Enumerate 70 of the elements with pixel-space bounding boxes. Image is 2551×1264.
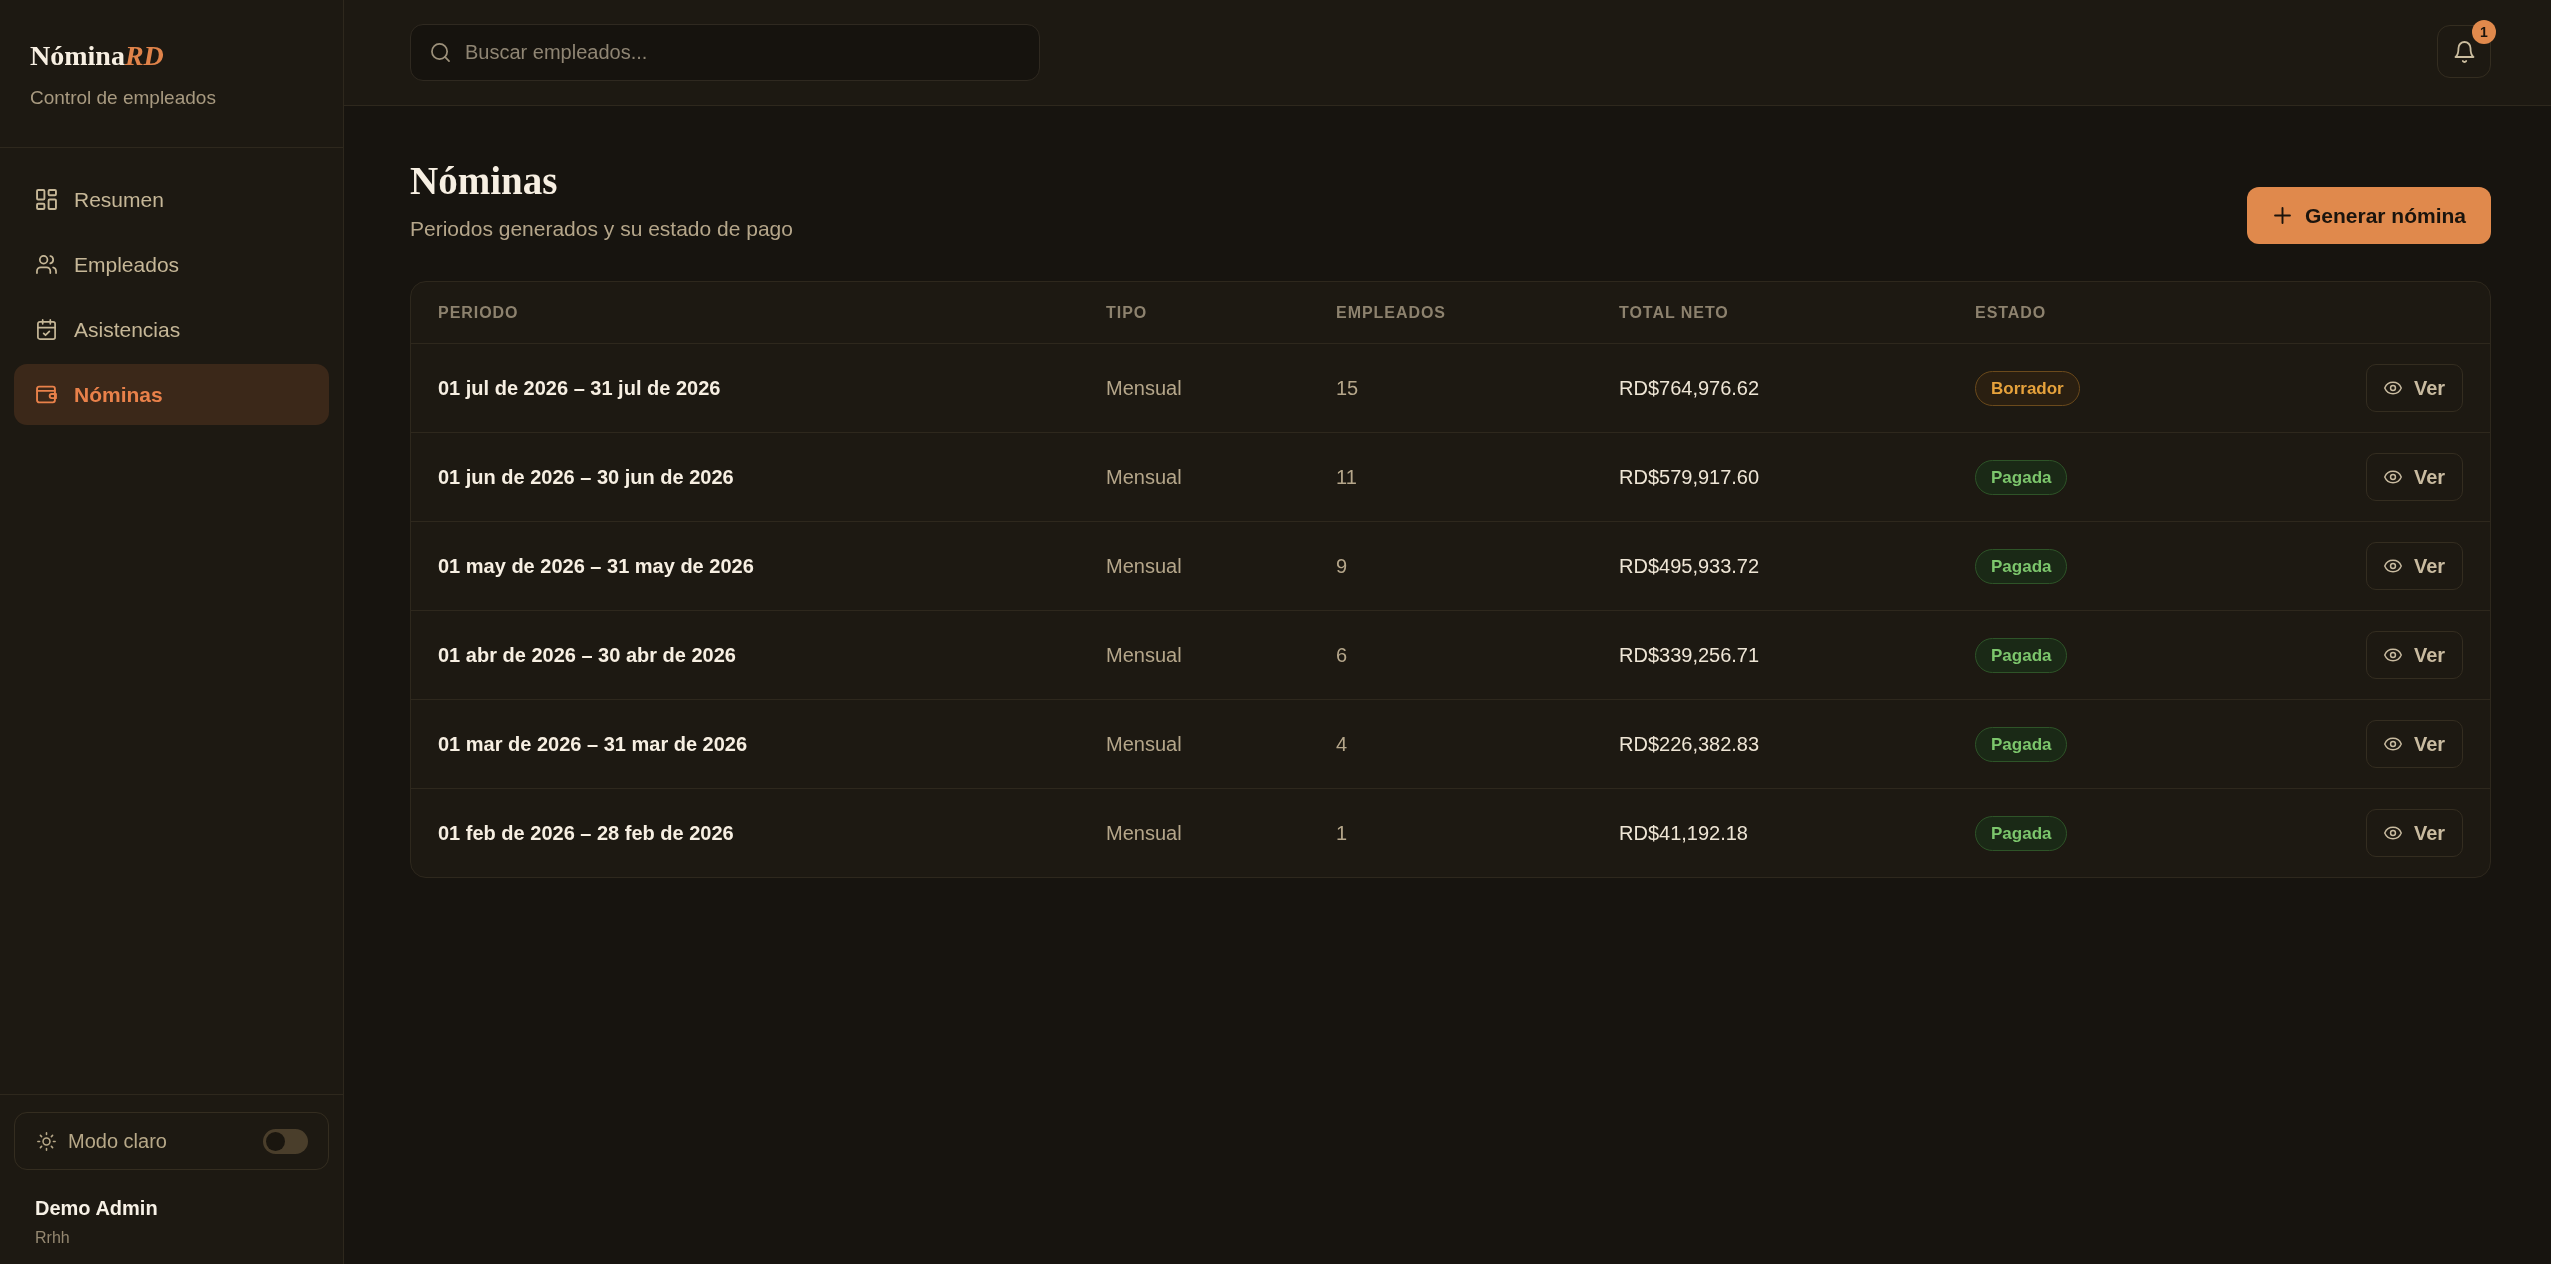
- plus-icon: [2273, 207, 2291, 224]
- eye-icon: [2383, 648, 2402, 662]
- employee-count-cell: 15: [1336, 376, 1359, 400]
- status-badge: Pagada: [1975, 815, 2068, 851]
- theme-label: Modo claro: [68, 1129, 167, 1153]
- column-header: EMPLEADOS: [1336, 303, 1446, 322]
- users-icon: [36, 254, 57, 275]
- view-button[interactable]: Ver: [2366, 720, 2463, 768]
- net-total-cell: RD$495,933.72: [1619, 554, 1760, 578]
- wallet-icon: [36, 384, 57, 405]
- dashboard-icon: [36, 189, 57, 210]
- type-cell: Mensual: [1106, 732, 1182, 756]
- nav-item[interactable]: Resumen: [14, 169, 329, 230]
- page-subtitle: Periodos generados y su estado de pago: [410, 216, 793, 242]
- net-total-cell: RD$579,917.60: [1619, 465, 1760, 489]
- employee-count-cell: 9: [1336, 554, 1348, 578]
- net-total-cell: RD$41,192.18: [1619, 821, 1748, 845]
- employee-count-cell: 11: [1336, 465, 1357, 489]
- page-title: Nóminas: [410, 158, 558, 204]
- period-cell: 01 jun de 2026 – 30 jun de 2026: [438, 465, 734, 489]
- calendar-check-icon: [36, 319, 57, 340]
- net-total-cell: RD$339,256.71: [1619, 643, 1760, 667]
- eye-icon: [2383, 559, 2402, 573]
- view-button[interactable]: Ver: [2366, 453, 2463, 501]
- period-cell: 01 mar de 2026 – 31 mar de 2026: [438, 732, 748, 756]
- notification-badge: 1: [2472, 20, 2496, 44]
- employee-count-cell: 1: [1336, 821, 1348, 845]
- user-role: Rrhh: [35, 1228, 71, 1248]
- employee-count-cell: 4: [1336, 732, 1348, 756]
- nav-item[interactable]: Asistencias: [14, 299, 329, 360]
- eye-icon: [2383, 470, 2402, 484]
- nav-item[interactable]: Empleados: [14, 234, 329, 295]
- view-button[interactable]: Ver: [2366, 631, 2463, 679]
- employee-count-cell: 6: [1336, 643, 1348, 667]
- type-cell: Mensual: [1106, 643, 1182, 667]
- view-button[interactable]: Ver: [2366, 809, 2463, 857]
- period-cell: 01 jul de 2026 – 31 jul de 2026: [438, 376, 721, 400]
- column-header: TIPO: [1106, 303, 1148, 322]
- type-cell: Mensual: [1106, 465, 1182, 489]
- net-total-cell: RD$226,382.83: [1619, 732, 1760, 756]
- nav-item[interactable]: Nóminas: [14, 364, 329, 425]
- status-badge: Borrador: [1975, 370, 2080, 406]
- eye-icon: [2383, 737, 2402, 751]
- sun-icon: [37, 1131, 56, 1151]
- view-button[interactable]: Ver: [2366, 364, 2463, 412]
- status-badge: Pagada: [1975, 459, 2068, 495]
- bell-icon: [2453, 40, 2475, 63]
- view-button[interactable]: Ver: [2366, 542, 2463, 590]
- eye-icon: [2383, 826, 2402, 840]
- column-header: TOTAL NETO: [1619, 303, 1729, 322]
- status-badge: Pagada: [1975, 548, 2068, 584]
- type-cell: Mensual: [1106, 376, 1182, 400]
- net-total-cell: RD$764,976.62: [1619, 376, 1760, 400]
- status-badge: Pagada: [1975, 637, 2068, 673]
- user-name: Demo Admin: [35, 1196, 159, 1220]
- brand-logo: NóminaRD: [30, 39, 164, 73]
- column-header: ESTADO: [1975, 303, 2047, 322]
- brand-subtitle: Control de empleados: [30, 86, 216, 110]
- period-cell: 01 feb de 2026 – 28 feb de 2026: [438, 821, 734, 845]
- search-icon: [431, 43, 450, 62]
- search-field[interactable]: Buscar empleados...: [410, 24, 1040, 81]
- eye-icon: [2383, 381, 2402, 395]
- period-cell: 01 abr de 2026 – 30 abr de 2026: [438, 643, 736, 667]
- period-cell: 01 may de 2026 – 31 may de 2026: [438, 554, 754, 578]
- generate-button[interactable]: Generar nómina: [2246, 187, 2491, 244]
- theme-toggle[interactable]: [263, 1128, 308, 1154]
- status-badge: Pagada: [1975, 726, 2068, 762]
- type-cell: Mensual: [1106, 821, 1182, 845]
- type-cell: Mensual: [1106, 554, 1182, 578]
- column-header: PERIODO: [438, 303, 519, 322]
